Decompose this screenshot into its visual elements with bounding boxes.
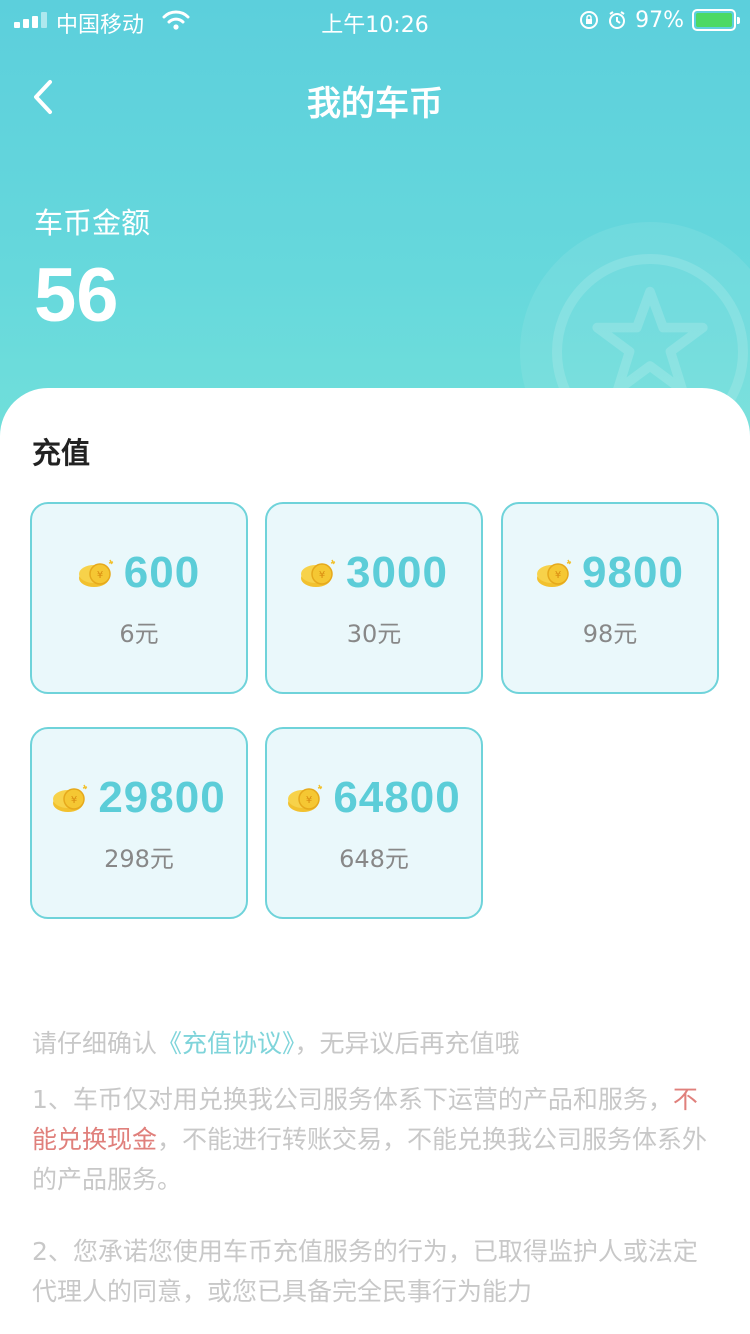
recharge-panel: 充值 ¥ 600 6元 ¥ 3000 30元 ¥ 9800 98元 ¥ 2980… bbox=[0, 388, 750, 1334]
status-bar: 中国移动 上午10:26 97% bbox=[0, 0, 750, 40]
balance-label: 车币金额 bbox=[34, 206, 151, 240]
coin-stack-icon: ¥ bbox=[78, 559, 113, 587]
notice-item-2: 2、您承诺您使用车币充值服务的行为，已取得监护人或法定代理人的同意，或您已具备完… bbox=[32, 1237, 698, 1306]
coin-stack-icon: ¥ bbox=[53, 784, 88, 812]
coin-stack-icon: ¥ bbox=[301, 559, 336, 587]
recharge-title: 充值 bbox=[32, 436, 91, 470]
package-card-600[interactable]: ¥ 600 6元 bbox=[30, 502, 248, 694]
package-price: 6元 bbox=[119, 620, 159, 648]
package-card-29800[interactable]: ¥ 29800 298元 bbox=[30, 727, 248, 919]
confirm-prefix: 请仔细确认 bbox=[32, 1029, 158, 1058]
svg-text:¥: ¥ bbox=[97, 570, 103, 581]
confirm-suffix: ，无异议后再充值哦 bbox=[294, 1029, 520, 1058]
notice-item-1: 1、车币仅对用兑换我公司服务体系下运营的产品和服务，不能兑换现金，不能进行转账交… bbox=[32, 1080, 722, 1200]
status-right: 97% bbox=[579, 6, 740, 34]
coin-stack-icon: ¥ bbox=[288, 784, 323, 812]
package-price: 648元 bbox=[339, 845, 409, 873]
recharge-agreement-link[interactable]: 《充值协议》 bbox=[157, 1029, 295, 1058]
package-card-64800[interactable]: ¥ 64800 648元 bbox=[265, 727, 483, 919]
page-title: 我的车币 bbox=[307, 84, 443, 124]
coin-stack-icon: ¥ bbox=[537, 559, 572, 587]
package-coins: 3000 bbox=[346, 548, 448, 597]
package-price: 30元 bbox=[346, 620, 402, 648]
battery-percent: 97% bbox=[635, 7, 684, 33]
package-coins: 64800 bbox=[333, 773, 461, 822]
alarm-icon bbox=[609, 11, 626, 29]
package-coins: 9800 bbox=[582, 548, 684, 597]
balance-value: 56 bbox=[34, 253, 119, 338]
package-coins: 29800 bbox=[98, 773, 226, 822]
svg-text:¥: ¥ bbox=[71, 795, 77, 806]
agreement-confirm: 请仔细确认《充值协议》，无异议后再充值哦 bbox=[32, 1024, 722, 1064]
svg-text:¥: ¥ bbox=[319, 570, 325, 581]
package-price: 298元 bbox=[104, 845, 174, 873]
battery-icon bbox=[692, 9, 740, 31]
star-icon bbox=[592, 286, 708, 395]
svg-text:¥: ¥ bbox=[555, 570, 561, 581]
orientation-lock-icon bbox=[580, 11, 599, 29]
notice-item-1-text: 1、车币仅对用兑换我公司服务体系下运营的产品和服务， bbox=[32, 1085, 673, 1114]
package-coins: 600 bbox=[123, 548, 201, 597]
svg-text:¥: ¥ bbox=[306, 795, 312, 806]
package-card-9800[interactable]: ¥ 9800 98元 bbox=[501, 502, 719, 694]
package-card-3000[interactable]: ¥ 3000 30元 bbox=[265, 502, 483, 694]
package-price: 98元 bbox=[582, 620, 638, 648]
